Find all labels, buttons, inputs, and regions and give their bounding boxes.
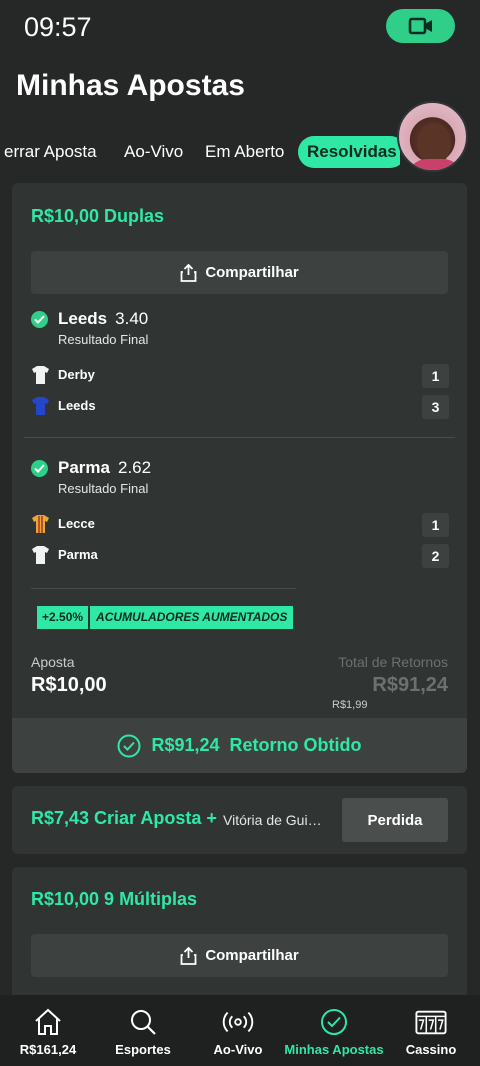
won-check-icon (31, 460, 48, 477)
share-button[interactable]: Compartilhar (31, 251, 448, 294)
selection-odds: 3.40 (115, 309, 149, 328)
team-row: Leeds 3 (31, 395, 449, 419)
video-camera-icon (408, 17, 432, 35)
selection-team: Leeds (58, 309, 108, 328)
bet-status-badge: Perdida (342, 798, 448, 842)
stake-label: Aposta (31, 654, 75, 670)
won-check-icon (31, 311, 48, 328)
home-icon (35, 1008, 61, 1035)
bet-title: R$10,00 9 Múltiplas (31, 889, 198, 909)
selection-name: Leeds 3.40 (58, 309, 148, 329)
tab-settled[interactable]: Resolvidas (298, 136, 400, 168)
returns-value: R$91,24 (372, 674, 448, 696)
nav-label: Cassino (405, 1042, 457, 1057)
stake-value: R$10,00 (31, 674, 107, 696)
slot-machine-icon (415, 1010, 447, 1035)
nav-item-home[interactable]: R$161,24 (18, 1007, 78, 1057)
nav-item-my-bets[interactable]: Minhas Apostas (284, 1007, 384, 1057)
nav-item-live[interactable]: Ao-Vivo (208, 1007, 268, 1057)
team-score: 1 (422, 513, 449, 537)
tab-cash-out[interactable]: errar Aposta (4, 136, 97, 168)
share-label: Compartilhar (205, 947, 299, 964)
check-circle-icon (117, 734, 141, 757)
jersey-yellow-icon (32, 515, 49, 533)
page-title: Minhas Apostas (16, 69, 245, 102)
selection-name: Parma 2.62 (58, 458, 151, 478)
bet-title: R$10,00 Duplas (31, 206, 165, 226)
team-score: 2 (422, 544, 449, 568)
team-row: Derby 1 (31, 364, 449, 388)
status-bar: 09:57 (0, 0, 480, 56)
live-icon (222, 1011, 254, 1033)
status-time: 09:57 (24, 12, 92, 42)
avatar[interactable] (397, 101, 468, 172)
nav-label: Esportes (115, 1042, 171, 1057)
nav-label: R$161,24 (19, 1042, 77, 1057)
team-score: 3 (422, 395, 449, 419)
jersey-white-icon (32, 366, 49, 384)
return-amount: R$91,24 (151, 735, 220, 755)
nav-label: Ao-Vivo (213, 1042, 263, 1057)
bet-title: R$7,43 Criar Aposta + (31, 808, 217, 828)
divider (31, 588, 296, 589)
nav-item-sports[interactable]: Esportes (113, 1007, 173, 1057)
jersey-blue-icon (32, 397, 49, 415)
team-score: 1 (422, 364, 449, 388)
returns-boost-amount: R$1,99 (332, 699, 368, 711)
share-icon (180, 263, 197, 282)
nav-item-casino[interactable]: Cassino (401, 1007, 461, 1057)
bet-filter-tabs: errar Aposta Ao-Vivo Em Aberto Resolvida… (0, 132, 400, 172)
avatar-shirt (407, 159, 463, 170)
search-icon (131, 1010, 156, 1035)
nav-label: Minhas Apostas (284, 1042, 384, 1057)
selection-market: Resultado Final (58, 481, 149, 496)
selection-team: Parma (58, 458, 110, 477)
bet-card-bet-builder[interactable]: R$7,43 Criar Aposta + Vitória de Guimarã… (12, 786, 467, 854)
jersey-white-icon (32, 546, 49, 564)
return-obtained-bar: R$91,24 Retorno Obtido (12, 718, 467, 773)
returns-label: Total de Retornos (338, 654, 448, 670)
boost-percent: +2.50% (37, 606, 89, 629)
bet-card-doubles[interactable]: R$10,00 Duplas Compartilhar Leeds 3.40 Re… (12, 183, 467, 773)
check-circle-icon (321, 1009, 347, 1035)
bet-description: Vitória de Guimarães (223, 812, 333, 828)
video-call-button[interactable] (386, 9, 455, 43)
share-label: Compartilhar (205, 264, 299, 281)
team-name: Leeds (58, 398, 96, 413)
team-name: Lecce (58, 516, 95, 531)
tab-open[interactable]: Em Aberto (205, 136, 284, 168)
team-row: Parma 2 (31, 544, 449, 568)
selection-odds: 2.62 (117, 458, 152, 477)
divider (24, 437, 455, 438)
share-icon (180, 946, 197, 965)
return-label: Retorno Obtido (229, 735, 362, 755)
tab-live[interactable]: Ao-Vivo (124, 136, 183, 168)
team-row: Lecce 1 (31, 513, 449, 537)
bottom-nav: R$161,24 Esportes Ao-Vivo Minhas Apostas… (0, 995, 480, 1066)
team-name: Derby (58, 367, 95, 382)
share-button[interactable]: Compartilhar (31, 934, 448, 977)
bet-card-multiples[interactable]: R$10,00 9 Múltiplas Compartilhar (12, 867, 467, 1007)
team-name: Parma (58, 547, 98, 562)
selection-market: Resultado Final (58, 332, 149, 347)
boost-label: ACUMULADORES AUMENTADOS (90, 606, 294, 629)
acca-boost-badge: +2.50% ACUMULADORES AUMENTADOS (37, 606, 294, 629)
